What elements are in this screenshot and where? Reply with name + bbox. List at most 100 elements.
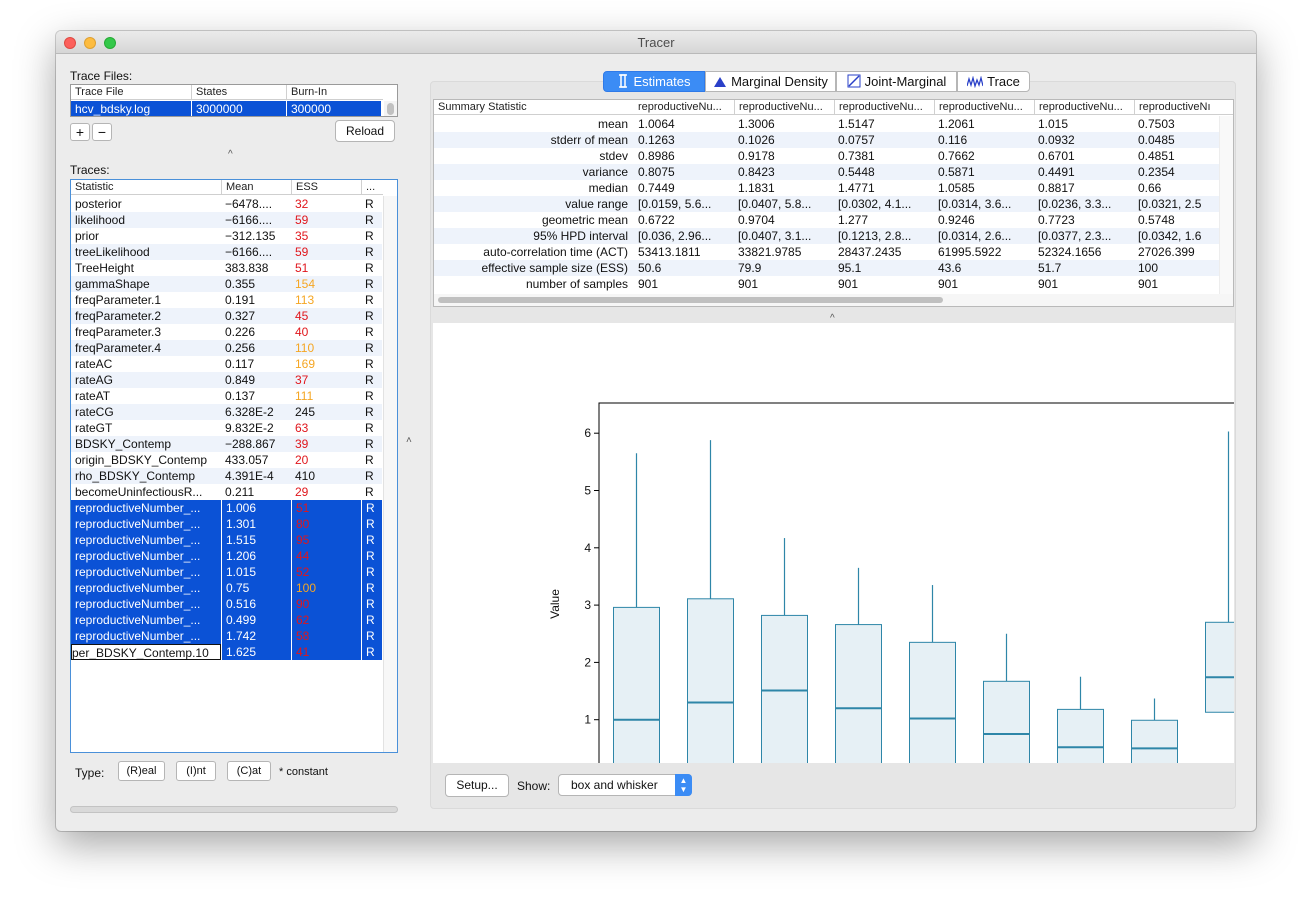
summary-column-header[interactable]: reproductiveNu... — [934, 100, 1034, 115]
summary-cell: 0.4491 — [1038, 165, 1075, 179]
summary-cell: [0.0314, 3.6... — [938, 197, 1012, 211]
summary-row: median 0.7449 1.1831 1.4771 1.0585 0.8817 0.66 — [434, 180, 1219, 196]
summary-row: stderr of mean 0.1263 0.1026 0.0757 0.116 0.0… — [434, 132, 1219, 148]
mean-column-header[interactable]: Mean — [221, 180, 291, 195]
tab-estimates[interactable]: Estimates — [603, 71, 705, 92]
real-type-button[interactable]: (R)eal — [118, 761, 165, 781]
trace-mean: 383.838 — [225, 261, 269, 275]
summary-cell: 0.8817 — [1038, 181, 1075, 195]
summary-column-header[interactable]: reproductiveNu... — [1034, 100, 1134, 115]
box-body — [613, 606, 660, 763]
summary-column-header[interactable]: reproductiveNu... — [734, 100, 834, 115]
summary-cell: 1.2061 — [938, 117, 975, 131]
trace-row[interactable]: freqParameter.4 0.256 110 R — [71, 340, 382, 356]
trace-type: R — [361, 580, 382, 596]
summary-cell: 33821.9785 — [738, 245, 802, 259]
trace-row[interactable]: per_BDSKY_Contemp.10 1.625 41 R — [71, 644, 382, 660]
setup-button[interactable]: Setup... — [445, 774, 509, 797]
vertical-splitter[interactable]: ˄ — [406, 435, 412, 446]
box-body — [687, 598, 734, 763]
reload-button[interactable]: Reload — [335, 120, 395, 142]
trace-row[interactable]: rateAG 0.849 37 R — [71, 372, 382, 388]
trace-statistic: freqParameter.3 — [75, 325, 162, 339]
trace-row[interactable]: rateAC 0.117 169 R — [71, 356, 382, 372]
type-column-header[interactable]: ... — [361, 180, 383, 195]
trace-files-scrollbar[interactable] — [384, 101, 397, 116]
trace-mean: 0.849 — [225, 373, 256, 387]
summary-scroll-thumb[interactable] — [438, 297, 943, 303]
summary-column-header[interactable]: reproductiveNu... — [634, 100, 734, 115]
summary-cell: 1.1831 — [738, 181, 775, 195]
tab-trace[interactable]: Trace — [957, 71, 1030, 92]
box-body — [835, 624, 882, 763]
trace-row[interactable]: prior −312.135 35 R — [71, 228, 382, 244]
summary-row-name: median — [588, 181, 628, 195]
trace-row[interactable]: BDSKY_Contemp −288.867 39 R — [71, 436, 382, 452]
left-horizontal-scrollbar[interactable] — [70, 806, 398, 813]
summary-cell: 79.9 — [738, 261, 762, 275]
trace-ess: 58 — [291, 628, 361, 644]
trace-row[interactable]: rateAT 0.137 111 R — [71, 388, 382, 404]
trace-row[interactable]: becomeUninfectiousR... 0.211 29 R — [71, 484, 382, 500]
summary-cell: 0.1263 — [638, 133, 675, 147]
trace-file-row[interactable]: hcv_bdsky.log 3000000 300000 — [71, 101, 381, 116]
show-select[interactable]: box and whisker ▲ ▼ — [558, 774, 692, 796]
states-column-header[interactable]: States — [191, 85, 286, 100]
trace-row[interactable]: origin_BDSKY_Contemp 433.057 20 R — [71, 452, 382, 468]
summary-column-header[interactable]: reproductiveNu... — [834, 100, 934, 115]
traces-scrollbar[interactable] — [383, 196, 397, 752]
add-trace-file-button[interactable]: + — [70, 123, 90, 141]
trace-ess: 51 — [295, 261, 309, 275]
trace-row[interactable]: TreeHeight 383.838 51 R — [71, 260, 382, 276]
trace-row[interactable]: reproductiveNumber_... 1.301 80 R — [71, 516, 382, 532]
trace-row[interactable]: gammaShape 0.355 154 R — [71, 276, 382, 292]
trace-mean: 1.515 — [221, 532, 291, 548]
summary-row: geometric mean 0.6722 0.9704 1.277 0.9246 0.7… — [434, 212, 1219, 228]
trace-row[interactable]: reproductiveNumber_... 1.742 58 R — [71, 628, 382, 644]
summary-cell: 901 — [1138, 277, 1159, 291]
trace-row[interactable]: reproductiveNumber_... 1.515 95 R — [71, 532, 382, 548]
trace-row[interactable]: reproductiveNumber_... 1.015 52 R — [71, 564, 382, 580]
statistic-column-header[interactable]: Statistic — [71, 180, 221, 195]
trace-row[interactable]: posterior −6478.... 32 R — [71, 196, 382, 212]
summary-cell: 0.0757 — [838, 133, 875, 147]
trace-row[interactable]: reproductiveNumber_... 0.516 90 R — [71, 596, 382, 612]
trace-row[interactable]: treeLikelihood −6166.... 59 R — [71, 244, 382, 260]
trace-row[interactable]: reproductiveNumber_... 1.206 44 R — [71, 548, 382, 564]
ess-column-header[interactable]: ESS — [291, 180, 361, 195]
trace-row[interactable]: likelihood −6166.... 59 R — [71, 212, 382, 228]
y-tick-label: 5 — [584, 484, 591, 498]
trace-row[interactable]: rateCG 6.328E-2 245 R — [71, 404, 382, 420]
trace-row[interactable]: rateGT 9.832E-2 63 R — [71, 420, 382, 436]
splitter-handle-top[interactable]: ^ — [228, 149, 233, 160]
scroll-thumb[interactable] — [387, 103, 394, 115]
remove-trace-file-button[interactable]: − — [92, 123, 112, 141]
int-type-button[interactable]: (I)nt — [176, 761, 216, 781]
summary-column-header[interactable]: reproductiveNı — [1134, 100, 1233, 115]
trace-row[interactable]: rho_BDSKY_Contemp 4.391E-4 410 R — [71, 468, 382, 484]
summary-cell: 0.7503 — [1138, 117, 1175, 131]
trace-row[interactable]: freqParameter.2 0.327 45 R — [71, 308, 382, 324]
trace-file-column-header[interactable]: Trace File — [71, 85, 191, 100]
summary-cell: [0.0407, 5.8... — [738, 197, 812, 211]
trace-statistic: reproductiveNumber_... — [75, 581, 201, 595]
trace-row[interactable]: reproductiveNumber_... 0.499 62 R — [71, 612, 382, 628]
cat-type-button[interactable]: (C)at — [227, 761, 271, 781]
summary-cell: 0.9246 — [938, 213, 975, 227]
trace-row[interactable]: freqParameter.1 0.191 113 R — [71, 292, 382, 308]
summary-horizontal-scrollbar[interactable] — [434, 294, 1233, 306]
summary-statistic-header[interactable]: Summary Statistic — [434, 100, 634, 115]
show-select-value: box and whisker — [571, 778, 658, 792]
trace-ess: 100 — [291, 580, 361, 596]
tab-joint-marginal[interactable]: Joint-Marginal — [836, 71, 957, 92]
trace-row[interactable]: reproductiveNumber_... 0.75 100 R — [71, 580, 382, 596]
tab-marginal-density[interactable]: Marginal Density — [705, 71, 836, 92]
summary-cell: 0.66 — [1138, 181, 1162, 195]
trace-row[interactable]: freqParameter.3 0.226 40 R — [71, 324, 382, 340]
trace-statistic: posterior — [75, 197, 122, 211]
trace-mean: 1.625 — [221, 644, 291, 660]
trace-ess: 90 — [291, 596, 361, 612]
trace-row[interactable]: reproductiveNumber_... 1.006 51 R — [71, 500, 382, 516]
trace-type: R — [365, 277, 374, 291]
burnin-column-header[interactable]: Burn-In — [286, 85, 383, 100]
